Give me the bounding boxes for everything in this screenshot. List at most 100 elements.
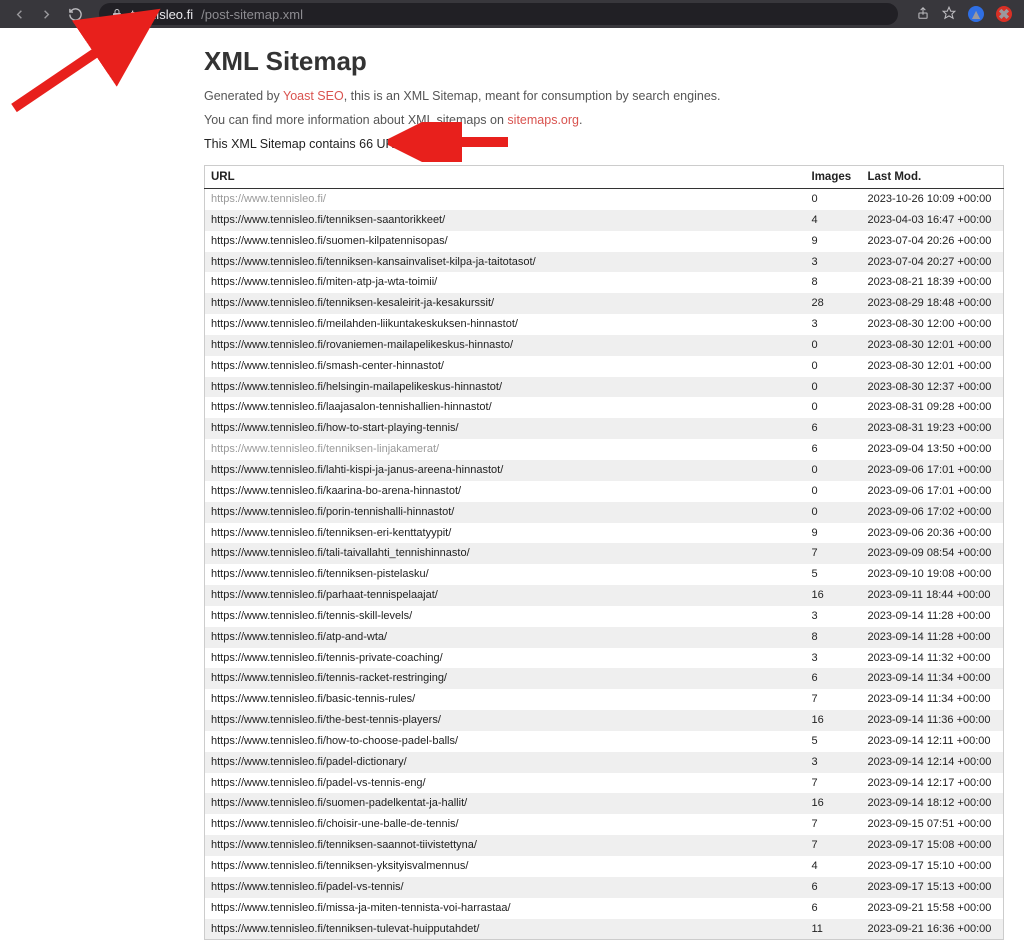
cell-url[interactable]: https://www.tennisleo.fi/laajasalon-tenn… — [205, 397, 806, 418]
extension-icon-2[interactable]: ✖ — [996, 6, 1012, 22]
cell-url[interactable]: https://www.tennisleo.fi/tali-taivallaht… — [205, 543, 806, 564]
cell-lastmod: 2023-08-21 18:39 +00:00 — [862, 272, 1004, 293]
cell-url[interactable]: https://www.tennisleo.fi/tenniksen-eri-k… — [205, 523, 806, 544]
cell-url[interactable]: https://www.tennisleo.fi/porin-tennishal… — [205, 502, 806, 523]
sitemap-table: URL Images Last Mod. https://www.tennisl… — [204, 165, 1004, 940]
cell-url[interactable]: https://www.tennisleo.fi/lahti-kispi-ja-… — [205, 460, 806, 481]
cell-images: 3 — [806, 252, 862, 273]
table-row: https://www.tennisleo.fi/basic-tennis-ru… — [205, 689, 1004, 710]
cell-url[interactable]: https://www.tennisleo.fi/rovaniemen-mail… — [205, 335, 806, 356]
cell-lastmod: 2023-07-04 20:26 +00:00 — [862, 231, 1004, 252]
table-row: https://www.tennisleo.fi/padel-vs-tennis… — [205, 877, 1004, 898]
cell-images: 3 — [806, 752, 862, 773]
cell-images: 6 — [806, 668, 862, 689]
cell-lastmod: 2023-04-03 16:47 +00:00 — [862, 210, 1004, 231]
cell-lastmod: 2023-09-14 18:12 +00:00 — [862, 793, 1004, 814]
cell-lastmod: 2023-09-04 13:50 +00:00 — [862, 439, 1004, 460]
cell-url[interactable]: https://www.tennisleo.fi/padel-vs-tennis… — [205, 877, 806, 898]
cell-url[interactable]: https://www.tennisleo.fi/tenniksen-linja… — [205, 439, 806, 460]
table-row: https://www.tennisleo.fi/suomen-kilpaten… — [205, 231, 1004, 252]
generated-line: Generated by Yoast SEO, this is an XML S… — [204, 89, 1004, 103]
cell-url[interactable]: https://www.tennisleo.fi/tennis-racket-r… — [205, 668, 806, 689]
cell-url[interactable]: https://www.tennisleo.fi/padel-vs-tennis… — [205, 773, 806, 794]
cell-lastmod: 2023-09-17 15:08 +00:00 — [862, 835, 1004, 856]
cell-url[interactable]: https://www.tennisleo.fi/tenniksen-tulev… — [205, 919, 806, 940]
table-row: https://www.tennisleo.fi/choisir-une-bal… — [205, 814, 1004, 835]
cell-images: 0 — [806, 481, 862, 502]
table-row: https://www.tennisleo.fi/rovaniemen-mail… — [205, 335, 1004, 356]
table-row: https://www.tennisleo.fi/tenniksen-saann… — [205, 835, 1004, 856]
cell-url[interactable]: https://www.tennisleo.fi/the-best-tennis… — [205, 710, 806, 731]
table-row: https://www.tennisleo.fi/missa-ja-miten-… — [205, 898, 1004, 919]
reload-button[interactable] — [68, 7, 83, 22]
extension-icon-1[interactable]: ▲ — [968, 6, 984, 22]
cell-url[interactable]: https://www.tennisleo.fi/tenniksen-saann… — [205, 835, 806, 856]
cell-url[interactable]: https://www.tennisleo.fi/parhaat-tennisp… — [205, 585, 806, 606]
cell-lastmod: 2023-08-31 19:23 +00:00 — [862, 418, 1004, 439]
cell-url[interactable]: https://www.tennisleo.fi/atp-and-wta/ — [205, 627, 806, 648]
th-url: URL — [205, 166, 806, 189]
table-row: https://www.tennisleo.fi/laajasalon-tenn… — [205, 397, 1004, 418]
table-row: https://www.tennisleo.fi/tenniksen-kansa… — [205, 252, 1004, 273]
table-row: https://www.tennisleo.fi/smash-center-hi… — [205, 356, 1004, 377]
cell-url[interactable]: https://www.tennisleo.fi/ — [205, 189, 806, 210]
th-images: Images — [806, 166, 862, 189]
table-row: https://www.tennisleo.fi/lahti-kispi-ja-… — [205, 460, 1004, 481]
table-row: https://www.tennisleo.fi/tennis-racket-r… — [205, 668, 1004, 689]
generated-suffix: , this is an XML Sitemap, meant for cons… — [344, 89, 721, 103]
cell-lastmod: 2023-09-11 18:44 +00:00 — [862, 585, 1004, 606]
cell-url[interactable]: https://www.tennisleo.fi/suomen-kilpaten… — [205, 231, 806, 252]
cell-url[interactable]: https://www.tennisleo.fi/tenniksen-kansa… — [205, 252, 806, 273]
table-row: https://www.tennisleo.fi/tenniksen-eri-k… — [205, 523, 1004, 544]
cell-url[interactable]: https://www.tennisleo.fi/padel-dictionar… — [205, 752, 806, 773]
cell-url[interactable]: https://www.tennisleo.fi/tennis-private-… — [205, 648, 806, 669]
bookmark-star-icon[interactable] — [942, 6, 956, 23]
cell-url[interactable]: https://www.tennisleo.fi/how-to-choose-p… — [205, 731, 806, 752]
cell-lastmod: 2023-09-06 17:02 +00:00 — [862, 502, 1004, 523]
cell-images: 3 — [806, 648, 862, 669]
back-button[interactable] — [12, 7, 27, 22]
cell-images: 9 — [806, 231, 862, 252]
cell-images: 0 — [806, 460, 862, 481]
cell-url[interactable]: https://www.tennisleo.fi/choisir-une-bal… — [205, 814, 806, 835]
cell-url[interactable]: https://www.tennisleo.fi/tenniksen-saant… — [205, 210, 806, 231]
cell-images: 11 — [806, 919, 862, 940]
table-row: https://www.tennisleo.fi/helsingin-maila… — [205, 377, 1004, 398]
cell-images: 0 — [806, 377, 862, 398]
yoast-link[interactable]: Yoast SEO — [283, 89, 344, 103]
cell-url[interactable]: https://www.tennisleo.fi/kaarina-bo-aren… — [205, 481, 806, 502]
cell-images: 0 — [806, 397, 862, 418]
cell-url[interactable]: https://www.tennisleo.fi/missa-ja-miten-… — [205, 898, 806, 919]
sitemaps-link[interactable]: sitemaps.org — [507, 113, 579, 127]
cell-url[interactable]: https://www.tennisleo.fi/tenniksen-yksit… — [205, 856, 806, 877]
cell-url[interactable]: https://www.tennisleo.fi/tenniksen-kesal… — [205, 293, 806, 314]
cell-url[interactable]: https://www.tennisleo.fi/tenniksen-piste… — [205, 564, 806, 585]
table-row: https://www.tennisleo.fi/tenniksen-linja… — [205, 439, 1004, 460]
cell-url[interactable]: https://www.tennisleo.fi/smash-center-hi… — [205, 356, 806, 377]
forward-button[interactable] — [39, 7, 54, 22]
share-icon[interactable] — [916, 6, 930, 23]
cell-url[interactable]: https://www.tennisleo.fi/miten-atp-ja-wt… — [205, 272, 806, 293]
cell-lastmod: 2023-08-31 09:28 +00:00 — [862, 397, 1004, 418]
cell-images: 8 — [806, 627, 862, 648]
cell-url[interactable]: https://www.tennisleo.fi/basic-tennis-ru… — [205, 689, 806, 710]
cell-url[interactable]: https://www.tennisleo.fi/how-to-start-pl… — [205, 418, 806, 439]
cell-lastmod: 2023-09-14 11:32 +00:00 — [862, 648, 1004, 669]
cell-url[interactable]: https://www.tennisleo.fi/meilahden-liiku… — [205, 314, 806, 335]
table-row: https://www.tennisleo.fi/tenniksen-piste… — [205, 564, 1004, 585]
cell-lastmod: 2023-09-17 15:10 +00:00 — [862, 856, 1004, 877]
cell-lastmod: 2023-09-14 12:14 +00:00 — [862, 752, 1004, 773]
table-row: https://www.tennisleo.fi/miten-atp-ja-wt… — [205, 272, 1004, 293]
table-row: https://www.tennisleo.fi/porin-tennishal… — [205, 502, 1004, 523]
cell-images: 5 — [806, 564, 862, 585]
cell-images: 4 — [806, 856, 862, 877]
table-row: https://www.tennisleo.fi/atp-and-wta/820… — [205, 627, 1004, 648]
cell-url[interactable]: https://www.tennisleo.fi/suomen-padelken… — [205, 793, 806, 814]
cell-images: 7 — [806, 773, 862, 794]
address-bar[interactable]: tennisleo.fi/post-sitemap.xml — [99, 3, 898, 25]
cell-url[interactable]: https://www.tennisleo.fi/tennis-skill-le… — [205, 606, 806, 627]
url-host: tennisleo.fi — [131, 7, 193, 22]
cell-url[interactable]: https://www.tennisleo.fi/helsingin-maila… — [205, 377, 806, 398]
lock-icon — [111, 8, 123, 20]
table-header-row: URL Images Last Mod. — [205, 166, 1004, 189]
